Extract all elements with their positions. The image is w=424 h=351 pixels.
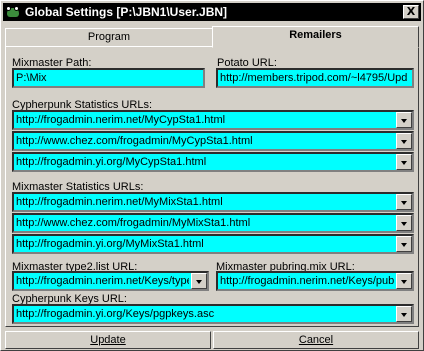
chevron-down-icon[interactable] [396,112,412,128]
chevron-down-icon[interactable] [396,194,412,210]
update-button[interactable]: Update [5,331,211,349]
tab-program[interactable]: Program [5,28,213,47]
chevron-down-icon[interactable] [396,133,412,149]
mixmaster-stats-url-1[interactable]: http://frogadmin.nerim.net/MyMixSta1.htm… [12,192,414,212]
cypherpunk-stats-url-2[interactable]: http://www.chez.com/frogadmin/MyCypSta1.… [12,131,414,151]
chevron-down-icon[interactable] [396,273,412,289]
cypherpunk-stats-url-1-value: http://frogadmin.nerim.net/MyCypSta1.htm… [16,114,226,126]
chevron-down-icon[interactable] [396,154,412,170]
cypherpunk-stats-url-2-value: http://www.chez.com/frogadmin/MyCypSta1.… [16,135,253,147]
cypherpunk-stats-url-3-value: http://frogadmin.yi.org/MyCypSta1.html [16,156,207,168]
mixmaster-stats-url-3[interactable]: http://frogadmin.yi.org/MyMixSta1.html [12,234,414,254]
remailers-panel: Mixmaster Path: P:\Mix Potato URL: http:… [5,46,419,327]
tab-strip: Program Remailers [5,26,419,48]
mixmaster-stats-url-1-value: http://frogadmin.nerim.net/MyMixSta1.htm… [16,196,223,208]
global-settings-window: Global Settings [P:\JBN1\User.JBN] X Pro… [0,0,424,351]
cypherpunk-stats-url-1[interactable]: http://frogadmin.nerim.net/MyCypSta1.htm… [12,110,414,130]
frog-app-icon [5,5,21,19]
cancel-button[interactable]: Cancel [213,331,419,349]
chevron-down-icon[interactable] [396,306,412,322]
tab-remailers[interactable]: Remailers [212,26,419,48]
mixmaster-stats-url-3-value: http://frogadmin.yi.org/MyMixSta1.html [16,238,204,250]
close-button[interactable]: X [403,5,419,19]
cypherpunk-stats-url-3[interactable]: http://frogadmin.yi.org/MyCypSta1.html [12,152,414,172]
update-button-label: Update [90,334,126,346]
chevron-down-icon[interactable] [191,273,207,289]
window-title: Global Settings [P:\JBN1\User.JBN] [25,5,228,19]
pubring-mix-url[interactable]: http://frogadmin.nerim.net/Keys/pub [216,271,414,291]
mixmaster-path-input[interactable]: P:\Mix [12,68,205,88]
type2-list-url[interactable]: http://frogadmin.nerim.net/Keys/type [12,271,209,291]
mixmaster-stats-url-2-value: http://www.chez.com/frogadmin/MyMixSta1.… [16,217,251,229]
cypherpunk-keys-url-value: http://frogadmin.yi.org/Keys/pgpkeys.asc [16,308,215,320]
title-bar[interactable]: Global Settings [P:\JBN1\User.JBN] X [3,3,421,21]
cypherpunk-keys-url[interactable]: http://frogadmin.yi.org/Keys/pgpkeys.asc [12,304,414,324]
potato-url-input[interactable]: http://members.tripod.com/~l4795/Upd [216,68,414,88]
mixmaster-stats-url-2[interactable]: http://www.chez.com/frogadmin/MyMixSta1.… [12,213,414,233]
chevron-down-icon[interactable] [396,215,412,231]
cancel-button-label: Cancel [298,334,334,346]
pubring-mix-url-value: http://frogadmin.nerim.net/Keys/pub [220,275,394,287]
type2-list-url-value: http://frogadmin.nerim.net/Keys/type [16,275,189,287]
chevron-down-icon[interactable] [396,236,412,252]
